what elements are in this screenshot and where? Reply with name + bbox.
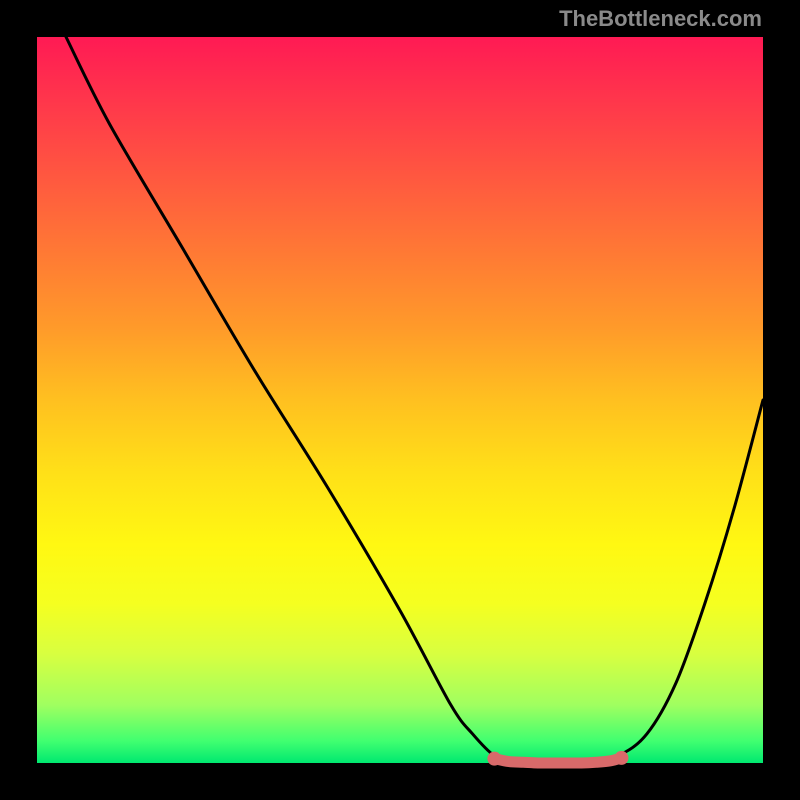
series-bottleneck-curve — [66, 37, 763, 764]
series-optimal-flat-region — [494, 758, 621, 763]
plot-svg — [37, 37, 763, 763]
optimal-start-dot — [487, 752, 501, 766]
series-layer — [66, 37, 763, 764]
watermark-text: TheBottleneck.com — [559, 6, 762, 32]
gradient-plot-area — [37, 37, 763, 763]
chart-frame: TheBottleneck.com — [0, 0, 800, 800]
optimal-end-dot — [614, 751, 628, 765]
